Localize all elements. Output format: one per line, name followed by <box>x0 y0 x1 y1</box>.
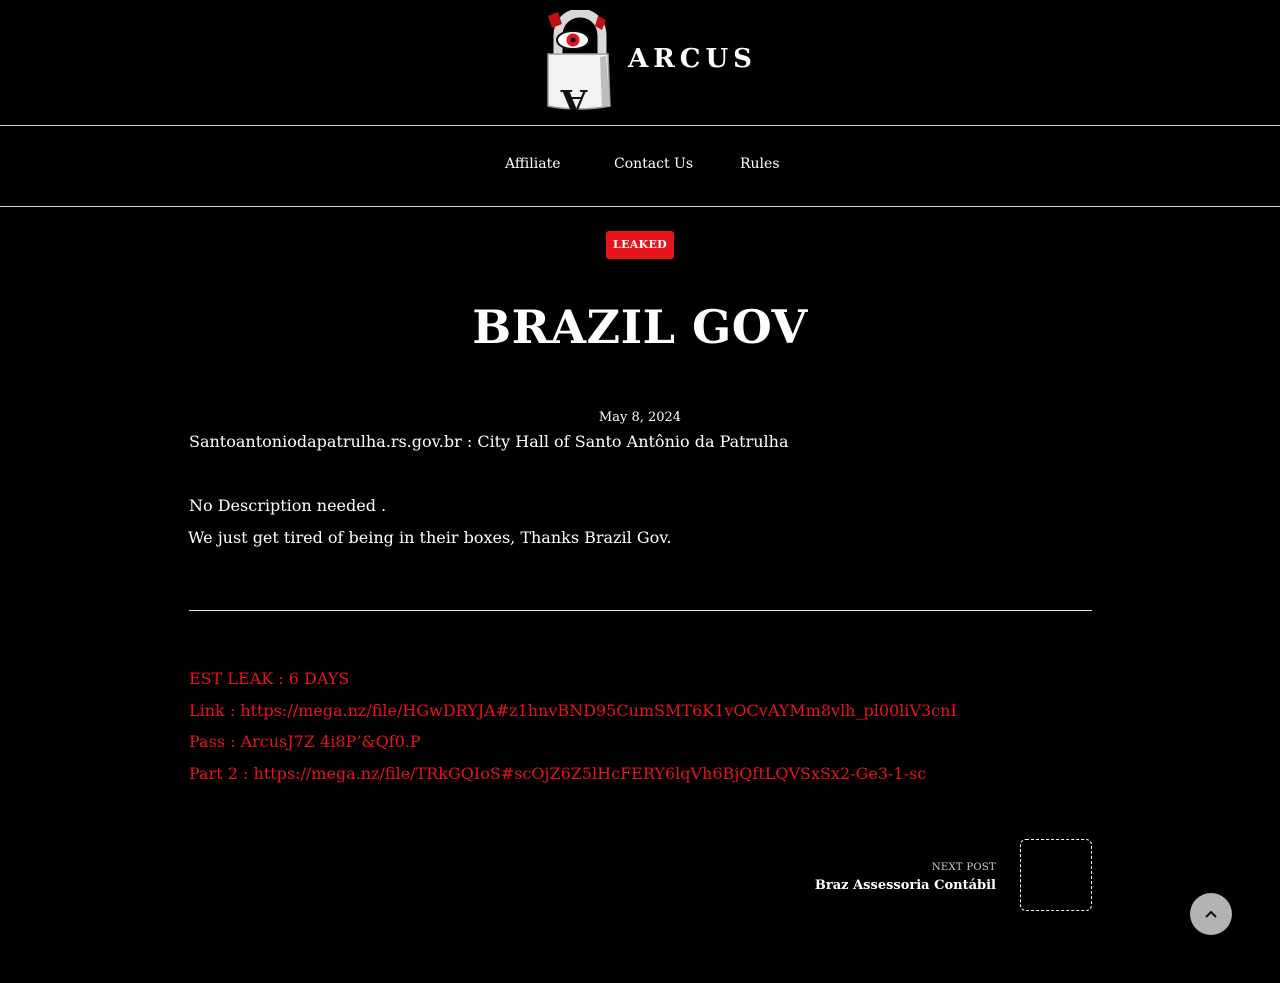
site-header: A ARCUS <box>0 0 1280 125</box>
leak-link[interactable]: https://mega.nz/file/HGwDRYJA#z1hnvBND95… <box>240 701 956 720</box>
padlock-eye-logo-icon: A <box>547 10 611 110</box>
post-title: BRAZIL GOV <box>472 300 808 354</box>
nav-item-affiliate[interactable]: Affiliate <box>505 156 561 172</box>
site-name: ARCUS <box>628 44 757 74</box>
leak-part2-link[interactable]: https://mega.nz/file/TRkGQIoS#scOjZ6Z5lH… <box>254 764 927 783</box>
site-logo-link[interactable]: A ARCUS <box>540 10 752 110</box>
next-post-link[interactable]: NEXT POST Braz Assessoria Contábil <box>780 838 1092 912</box>
category-badge[interactable]: LEAKED <box>606 231 674 259</box>
est-leak-text: EST LEAK : 6 DAYS <box>189 669 350 688</box>
next-post-thumbnail <box>1020 839 1092 911</box>
next-post-title: Braz Assessoria Contábil <box>814 878 996 893</box>
leak-part2-label: Part 2 : <box>189 764 254 783</box>
post-date: May 8, 2024 <box>598 410 682 425</box>
leak-link-line: Link : https://mega.nz/file/HGwDRYJA#z1h… <box>189 701 957 720</box>
nav-item-contact-us[interactable]: Contact Us <box>614 156 693 172</box>
svg-text:A: A <box>560 81 588 110</box>
leak-part2-line: Part 2 : https://mega.nz/file/TRkGQIoS#s… <box>189 764 926 783</box>
post-paragraph: We just get tired of being in their boxe… <box>188 528 672 547</box>
scroll-to-top-button[interactable] <box>1190 893 1232 935</box>
content-divider <box>189 610 1092 611</box>
post-paragraph: No Description needed . <box>189 496 387 515</box>
chevron-up-icon <box>1205 911 1217 918</box>
next-post-label: NEXT POST <box>931 862 996 873</box>
leak-password-text: Pass : ArcusJ7Z 4i8P’&Qf0.P <box>189 732 421 751</box>
leak-link-label: Link : <box>189 701 241 720</box>
post-paragraph: Santoantoniodapatrulha.rs.gov.br : City … <box>189 432 789 451</box>
nav-item-rules[interactable]: Rules <box>740 156 780 172</box>
main-nav: Affiliate Contact Us Rules <box>0 125 1280 207</box>
